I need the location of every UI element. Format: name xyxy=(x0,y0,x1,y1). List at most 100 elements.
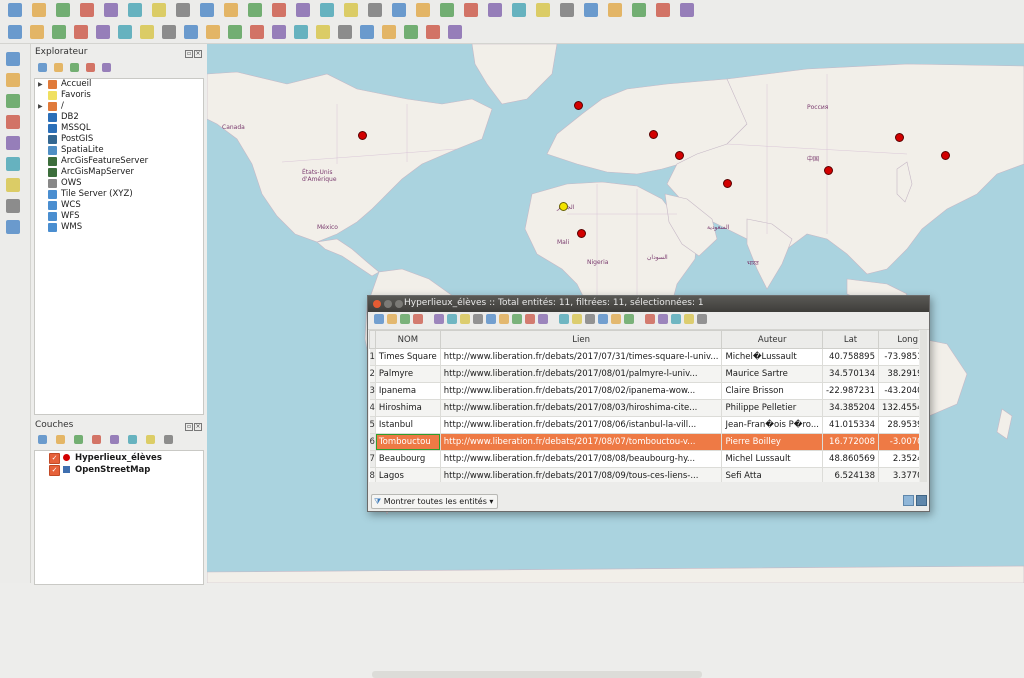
pan-to-selected-icon[interactable] xyxy=(585,314,595,324)
copy-features-icon[interactable] xyxy=(206,25,220,39)
browser-item[interactable]: ArcGisMapServer xyxy=(35,167,201,178)
dock-icon[interactable] xyxy=(697,314,707,324)
feature-marker[interactable] xyxy=(940,151,950,161)
open-project-icon[interactable] xyxy=(32,3,46,17)
help-icon[interactable] xyxy=(680,3,694,17)
add-wms-layer-icon[interactable] xyxy=(6,136,20,150)
table-row[interactable]: 7 Beaubourg http://www.liberation.fr/debat… xyxy=(369,450,919,468)
save-edits-icon[interactable] xyxy=(52,25,66,39)
change-label-icon[interactable] xyxy=(404,25,418,39)
cell-lat[interactable]: 41.015334 xyxy=(822,416,880,434)
table-row[interactable]: 8 Lagos http://www.liberation.fr/debats/20… xyxy=(369,467,919,482)
paste-rows-icon[interactable] xyxy=(624,314,634,324)
cell-long[interactable]: 132.455497 xyxy=(878,399,919,417)
filter-select-icon[interactable] xyxy=(559,314,569,324)
zoom-in-icon[interactable] xyxy=(200,3,214,17)
cell-auteur[interactable]: Michel Lussault xyxy=(721,450,823,468)
add-wfs-layer-icon[interactable] xyxy=(6,178,20,192)
add-delimited-text-layer-icon[interactable] xyxy=(6,199,20,213)
open-attribute-table-icon[interactable] xyxy=(536,3,550,17)
feature-marker[interactable] xyxy=(358,130,368,140)
add-wcs-layer-icon[interactable] xyxy=(6,157,20,171)
layers-tree[interactable]: ✓ Hyperlieux_élèves ✓ OpenStreetMap xyxy=(34,450,204,585)
save-project-icon[interactable] xyxy=(56,3,70,17)
table-view-icon[interactable] xyxy=(916,495,927,506)
cell-nom[interactable]: Lagos xyxy=(375,467,441,482)
cell-lat[interactable]: -22.987231 xyxy=(822,382,880,400)
delete-features-icon[interactable] xyxy=(447,314,457,324)
new-map-view-icon[interactable] xyxy=(392,3,406,17)
refresh-icon[interactable] xyxy=(416,3,430,17)
zoom-next-icon[interactable] xyxy=(368,3,382,17)
feature-marker[interactable] xyxy=(823,165,833,175)
style-manager-icon[interactable] xyxy=(294,25,308,39)
toggle-editing-icon[interactable] xyxy=(30,25,44,39)
measure-line-icon[interactable] xyxy=(608,3,622,17)
cell-lat[interactable]: 34.385204 xyxy=(822,399,880,417)
zoom-native-icon[interactable] xyxy=(320,3,334,17)
move-label-icon[interactable] xyxy=(360,25,374,39)
cell-lien[interactable]: http://www.liberation.fr/debats/2017/08/… xyxy=(440,365,723,383)
float-icon[interactable]: ▫ xyxy=(185,50,193,58)
cell-auteur[interactable]: Philippe Pelletier xyxy=(721,399,823,417)
cell-auteur[interactable]: Jean-Fran�ois P�ro... xyxy=(721,416,823,434)
save-edits-icon[interactable] xyxy=(400,314,410,324)
print-layout-icon[interactable] xyxy=(104,3,118,17)
vertical-scrollbar[interactable] xyxy=(920,330,927,482)
conditional-formatting-icon[interactable] xyxy=(684,314,694,324)
filter-icon[interactable] xyxy=(70,63,79,72)
cell-long[interactable]: 28.953977 xyxy=(878,416,919,434)
new-project-icon[interactable] xyxy=(8,3,22,17)
zoom-full-icon[interactable] xyxy=(248,3,262,17)
node-tool-icon[interactable] xyxy=(140,25,154,39)
invert-selection-icon[interactable] xyxy=(525,314,535,324)
close-icon[interactable]: × xyxy=(194,50,202,58)
cell-nom[interactable]: Hiroshima xyxy=(375,399,441,417)
zoom-out-icon[interactable] xyxy=(224,3,238,17)
browser-item[interactable]: WFS xyxy=(35,211,201,222)
cell-nom[interactable]: Istanbul xyxy=(375,416,441,434)
browser-tree[interactable]: ▶ Accueil Favoris ▶ / DB2 MSSQL PostGIS SpatiaLi… xyxy=(34,78,204,415)
show-hide-labels-icon[interactable] xyxy=(338,25,352,39)
filter-legend-icon[interactable] xyxy=(92,435,101,444)
statistics-icon[interactable] xyxy=(584,3,598,17)
cell-long[interactable]: -73.985131 xyxy=(878,348,919,366)
float-icon[interactable]: ▫ xyxy=(185,423,193,431)
field-calculator-icon[interactable] xyxy=(671,314,681,324)
cell-lien[interactable]: http://www.liberation.fr/debats/2017/08/… xyxy=(440,416,723,434)
layer-visibility-checkbox[interactable]: ✓ xyxy=(49,453,60,464)
cell-auteur[interactable]: Michel�Lussault xyxy=(721,348,823,366)
column-header-long[interactable]: Long xyxy=(877,330,919,349)
feature-marker[interactable] xyxy=(576,229,586,239)
refresh-icon[interactable] xyxy=(54,63,63,72)
select-all-icon[interactable] xyxy=(512,314,522,324)
manage-visibility-icon[interactable] xyxy=(74,435,83,444)
current-edits-icon[interactable] xyxy=(8,25,22,39)
cell-nom[interactable]: Times Square xyxy=(375,348,441,366)
feature-marker[interactable] xyxy=(674,150,684,160)
delete-selected-icon[interactable] xyxy=(162,25,176,39)
browser-item[interactable]: DB2 xyxy=(35,112,201,123)
cut-features-icon[interactable] xyxy=(184,25,198,39)
cell-lien[interactable]: http://www.liberation.fr/debats/2017/08/… xyxy=(440,450,723,468)
cut-icon[interactable] xyxy=(460,314,470,324)
horizontal-scrollbar[interactable] xyxy=(372,484,702,678)
undo-icon[interactable] xyxy=(250,25,264,39)
delete-field-icon[interactable] xyxy=(658,314,668,324)
layer-visibility-checkbox[interactable]: ✓ xyxy=(49,465,60,476)
cell-lien[interactable]: http://www.liberation.fr/debats/2017/08/… xyxy=(440,399,723,417)
cell-long[interactable]: -3.007068 xyxy=(878,433,919,451)
browser-dock-buttons[interactable]: ▫ × xyxy=(184,48,202,58)
zoom-last-icon[interactable] xyxy=(344,3,358,17)
pan-to-selection-icon[interactable] xyxy=(176,3,190,17)
browser-item[interactable]: WMS xyxy=(35,222,201,233)
remove-layer-icon[interactable] xyxy=(164,435,173,444)
browser-item[interactable]: ▶ / xyxy=(35,101,201,112)
deselect-icon[interactable] xyxy=(538,314,548,324)
browser-item[interactable]: ▶ Accueil xyxy=(35,79,201,90)
add-selected-layers-icon[interactable] xyxy=(38,63,47,72)
copy-rows-icon[interactable] xyxy=(611,314,621,324)
attribute-table-grid[interactable]: NOM Lien Auteur Lat Long mage 1Times Squ… xyxy=(369,330,919,482)
table-row[interactable]: 6 Tombouctou http://www.liberation.fr/deba… xyxy=(369,433,919,451)
browser-item[interactable]: MSSQL xyxy=(35,123,201,134)
